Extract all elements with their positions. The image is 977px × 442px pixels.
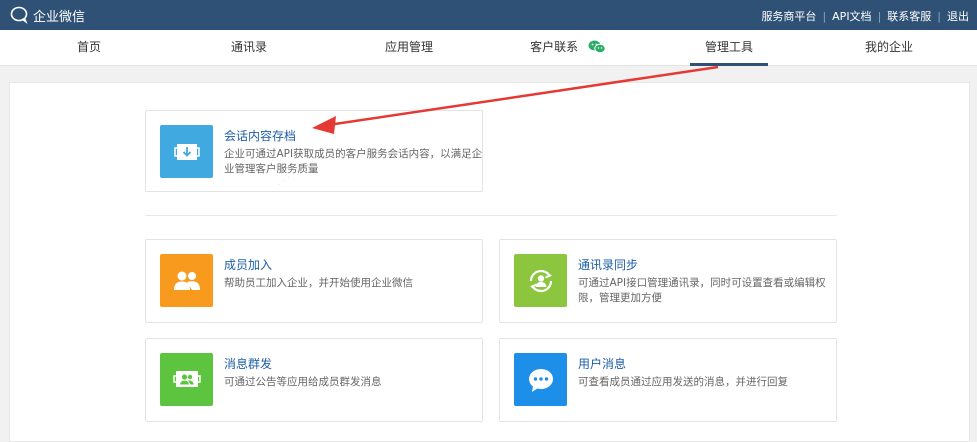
wecom-logo-icon — [10, 6, 28, 24]
archive-title: 会话内容存档 — [224, 129, 297, 143]
tool-card-member-join[interactable]: 成员加入 帮助员工加入企业，并开始使用企业微信 — [145, 239, 483, 323]
tools-panel: · · · · · · · · · · · · · · · · · · · · … — [9, 82, 970, 442]
separator: | — [822, 9, 827, 23]
wechat-icon — [588, 40, 606, 53]
chat-bubble-icon — [514, 353, 567, 406]
logout-link[interactable]: 退出 — [947, 8, 969, 24]
user-messages-title: 用户消息 — [578, 357, 627, 371]
top-bar: 企业微信 服务商平台 | API文档 | 联系客服 | 退出 — [0, 0, 977, 30]
service-provider-link[interactable]: 服务商平台 — [761, 8, 816, 24]
section-divider — [145, 215, 837, 216]
main-nav: 首页 通讯录 应用管理 客户联系 管理工具 我的企业 — [0, 30, 977, 66]
tab-home[interactable]: 首页 — [60, 30, 118, 66]
user-messages-description: 可查看成员通过应用发送的消息，并进行回复 — [578, 376, 788, 388]
contacts-sync-description: 可通过API接口管理通讯录，同时可设置查看或编辑权限，管理更加方便 — [578, 277, 826, 304]
app-title: 企业微信 — [33, 9, 86, 25]
separator: | — [877, 9, 882, 23]
contact-support-link[interactable]: 联系客服 — [887, 8, 931, 24]
broadcast-message-icon — [160, 353, 213, 406]
api-docs-link[interactable]: API文档 — [832, 8, 871, 24]
separator: | — [937, 9, 941, 23]
top-links: 服务商平台 | API文档 | 联系客服 | 退出 — [761, 8, 969, 24]
member-join-description: 帮助员工加入企业，并开始使用企业微信 — [224, 277, 413, 289]
broadcast-description: 可通过公告等应用给成员群发消息 — [224, 376, 382, 388]
tab-contacts[interactable]: 通讯录 — [218, 30, 280, 66]
broadcast-title: 消息群发 — [224, 357, 273, 371]
tab-app-management[interactable]: 应用管理 — [372, 30, 446, 66]
tab-customer-contact-label: 客户联系 — [530, 40, 579, 54]
tab-customer-contact[interactable]: 客户联系 — [520, 30, 616, 66]
sync-contacts-icon — [514, 254, 567, 307]
archive-download-icon — [160, 125, 213, 178]
members-icon — [160, 254, 213, 307]
tool-card-archive[interactable]: · · · · · · · · · · · · · · · · · · · · … — [145, 110, 483, 192]
tool-card-user-messages[interactable]: 用户消息 可查看成员通过应用发送的消息，并进行回复 — [499, 338, 837, 422]
tool-card-contacts-sync[interactable]: 通讯录同步 可通过API接口管理通讯录，同时可设置查看或编辑权限，管理更加方便 — [499, 239, 837, 323]
contacts-sync-title: 通讯录同步 — [578, 258, 639, 272]
brand[interactable]: 企业微信 — [10, 5, 85, 25]
archive-description: 企业可通过API获取成员的客户服务会话内容，以满足企业管理客户服务质量 — [224, 148, 483, 175]
tab-my-company[interactable]: 我的企业 — [852, 30, 926, 66]
tab-management-tools[interactable]: 管理工具 — [690, 30, 768, 66]
tool-card-broadcast[interactable]: 消息群发 可通过公告等应用给成员群发消息 — [145, 338, 483, 422]
member-join-title: 成员加入 — [224, 258, 273, 272]
